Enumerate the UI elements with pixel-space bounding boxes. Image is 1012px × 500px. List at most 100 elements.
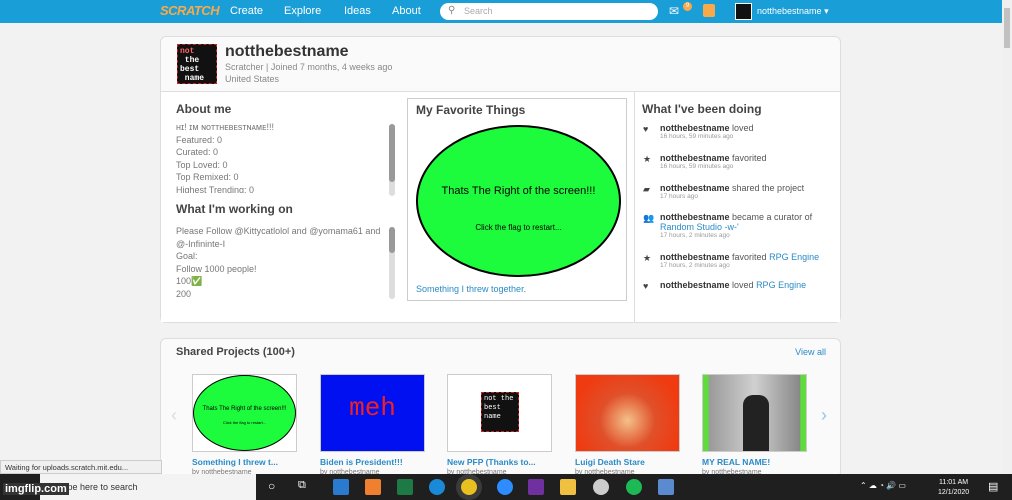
shared-title: Shared Projects (100+) [176, 346, 295, 358]
working-line: Please Follow @Kittycatlolol and @yomama… [176, 226, 381, 249]
project-thumbnail[interactable]: not the best name [447, 374, 552, 452]
scratch-logo[interactable]: SCRATCH [160, 3, 220, 18]
profile-box: not the best name notthebestname Scratche… [160, 36, 841, 323]
excel-icon[interactable] [397, 479, 413, 495]
project-title[interactable]: MY REAL NAME! [702, 457, 807, 467]
profile-avatar: not the best name [177, 44, 217, 84]
activity-feed: What I've been doing ♥ notthebestname lov… [634, 92, 840, 323]
activity-user[interactable]: notthebestname [660, 123, 730, 133]
favorite-title: My Favorite Things [416, 103, 526, 117]
about-line: Curated: 0 [176, 147, 219, 158]
notification-icon[interactable]: ▤ [988, 480, 998, 493]
project-card[interactable]: MY REAL NAME! by notthebestname [702, 374, 807, 476]
activity-item: ★ notthebestname favorited 16 hours, 59 mi… [643, 153, 833, 170]
taskbar-clock[interactable]: 11:01 AM 12/1/2020 [938, 478, 969, 498]
mail-app-icon[interactable] [333, 479, 349, 495]
search-placeholder: Search [464, 6, 493, 16]
activity-user[interactable]: notthebestname [660, 153, 730, 163]
project-title[interactable]: New PFP (Thanks to... [447, 457, 552, 467]
media-app-icon[interactable] [365, 479, 381, 495]
about-scrollbar[interactable] [389, 124, 395, 196]
activity-time: 17 hours ago [660, 193, 698, 200]
project-thumbnail[interactable]: meh [320, 374, 425, 452]
activity-link[interactable]: RPG Engine [756, 280, 806, 290]
zoom-icon[interactable] [497, 479, 513, 495]
activity-user[interactable]: notthebestname [660, 280, 730, 290]
activity-action: favorited [732, 153, 767, 163]
messages-badge: 9 [683, 2, 692, 11]
project-thumbnail[interactable] [702, 374, 807, 452]
activity-item: ★ notthebestname favorited RPG Engine 17 h… [643, 252, 833, 269]
activity-action: loved [732, 280, 754, 290]
working-line: Follow 1000 people! [176, 263, 257, 274]
onenote-icon[interactable] [528, 479, 544, 495]
favorite-caption-link[interactable]: Something I threw together. [416, 284, 526, 294]
working-line: Goal: [176, 251, 198, 262]
heart-icon: ♥ [643, 281, 649, 291]
curator-icon: 👥 [643, 213, 655, 223]
nav-about[interactable]: About [392, 5, 421, 17]
project-thumbnail[interactable] [575, 374, 680, 452]
nav-explore[interactable]: Explore [284, 5, 321, 17]
activity-item: 👥 notthebestname became a curator of Rando… [643, 212, 833, 239]
project-card[interactable]: meh Biden is President!!! by notthebestn… [320, 374, 425, 476]
edge-icon[interactable] [429, 479, 445, 495]
system-tray-icons[interactable]: ⌃ ☁ ◔ 🔊 ▭ [860, 481, 906, 490]
activity-time: 17 hours, 2 minutes ago [660, 262, 730, 269]
chevron-left-icon[interactable]: ‹ [171, 405, 177, 426]
spotify-icon[interactable] [626, 479, 642, 495]
activity-action: became a curator of [732, 212, 813, 222]
working-text[interactable]: Please Follow @Kittycatlolol and @yomama… [176, 225, 386, 299]
about-line: Top Remixed: 0 [176, 172, 239, 183]
project-title[interactable]: Something I threw t... [192, 457, 297, 467]
activity-title: What I've been doing [642, 102, 762, 116]
activity-user[interactable]: notthebestname [660, 183, 730, 193]
project-card[interactable]: Luigi Death Stare by notthebestname [575, 374, 680, 476]
search-input[interactable]: ⚲ Search [440, 3, 658, 20]
profile-role: Scratcher [225, 62, 264, 72]
about-line: Highest Trending: 0 [176, 184, 255, 193]
project-card[interactable]: not the best name New PFP (Thanks to... … [447, 374, 552, 476]
project-thumbnail[interactable]: Thats The Right of the screen!!! Click th… [192, 374, 297, 452]
calculator-icon[interactable] [658, 479, 674, 495]
activity-action: loved [732, 123, 754, 133]
project-title[interactable]: Luigi Death Stare [575, 457, 680, 467]
page-scrollbar[interactable] [1002, 0, 1012, 474]
taskbar-search-placeholder: Type here to search [58, 482, 138, 492]
chevron-right-icon[interactable]: › [821, 405, 827, 426]
date: 12/1/2020 [938, 489, 970, 496]
chrome-icon[interactable] [461, 479, 477, 495]
profile-location: United States [225, 74, 280, 84]
thumb-subtext: Click the flag to restart... [475, 223, 562, 232]
file-explorer-icon[interactable] [560, 479, 576, 495]
about-text[interactable]: ʜɪ! ɪᴍ ɴᴏᴛᴛʜᴇʙᴇsᴛɴᴀᴍᴇ!!! Featured: 0 Cur… [176, 121, 381, 193]
thumb-text: Thats The Right of the screen!!! [441, 185, 596, 197]
project-title[interactable]: Biden is President!!! [320, 457, 425, 467]
favorite-thumbnail[interactable]: Thats The Right of the screen!!! Click th… [416, 125, 621, 277]
activity-user[interactable]: notthebestname [660, 212, 730, 222]
shared-project-icon: ▰ [643, 184, 650, 194]
activity-user[interactable]: notthebestname [660, 252, 730, 262]
nav-ideas[interactable]: Ideas [344, 5, 371, 17]
nav-create[interactable]: Create [230, 5, 263, 17]
project-card[interactable]: Thats The Right of the screen!!! Click th… [192, 374, 297, 476]
view-all-link[interactable]: View all [795, 347, 826, 357]
folder-icon[interactable] [703, 4, 715, 17]
working-title: What I'm working on [176, 202, 293, 216]
cortana-icon[interactable]: ○ [268, 479, 275, 493]
activity-action: shared the project [732, 183, 805, 193]
about-line: Featured: 0 [176, 134, 223, 145]
about-line: Top Loved: 0 [176, 159, 228, 170]
clock-app-icon[interactable] [593, 479, 609, 495]
account-menu[interactable]: notthebestname ▾ [757, 6, 829, 17]
mail-icon[interactable]: ✉ [669, 4, 679, 18]
thumb-text: Thats The Right of the screen!!! [202, 406, 287, 412]
activity-item: ♥ notthebestname loved 16 hours, 59 minute… [643, 123, 833, 140]
taskbar-search[interactable]: Type here to search [40, 474, 256, 500]
avatar[interactable] [735, 3, 752, 20]
activity-link[interactable]: Random Studio -w-' [660, 222, 739, 232]
activity-link[interactable]: RPG Engine [769, 252, 819, 262]
star-icon: ★ [643, 253, 652, 263]
task-view-icon[interactable]: ⧉ [298, 479, 306, 492]
working-scrollbar[interactable] [389, 227, 395, 299]
